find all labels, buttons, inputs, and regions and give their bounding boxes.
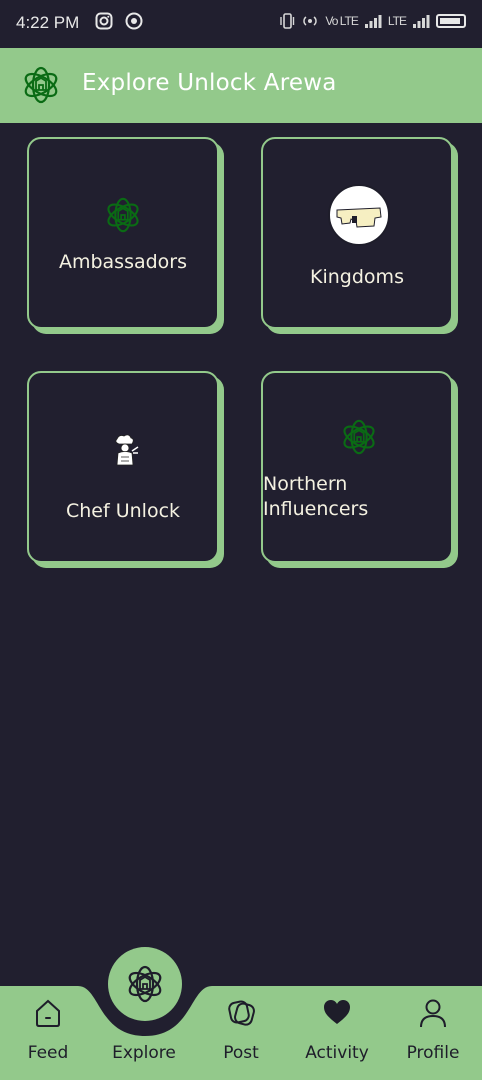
nav-post[interactable]: Post	[193, 986, 289, 1080]
nav-label: Profile	[406, 1043, 460, 1063]
card-chef-unlock[interactable]: Chef Unlock	[27, 371, 219, 563]
arewa-logo-icon	[128, 965, 162, 1003]
card-label: Ambassadors	[58, 251, 188, 273]
signal-icon	[413, 15, 430, 28]
nav-activity[interactable]: Activity	[289, 986, 385, 1080]
instagram-icon	[95, 12, 113, 30]
signal-icon	[364, 15, 382, 28]
signal-text-2: LTE	[387, 14, 407, 28]
status-time: 4:22 PM	[16, 13, 80, 32]
nav-label: Activity	[305, 1043, 369, 1063]
nav-label: Post	[223, 1043, 259, 1063]
card-northern-influencers[interactable]: Northern Influencers	[261, 371, 453, 563]
status-left-icons	[95, 12, 143, 30]
chrome-icon	[125, 12, 143, 30]
page-title: Explore Unlock Arewa	[82, 70, 337, 96]
card-kingdoms[interactable]: Kingdoms	[261, 137, 453, 329]
battery-icon	[436, 14, 466, 28]
chef-icon	[115, 434, 139, 466]
card-ambassadors[interactable]: Ambassadors	[27, 137, 219, 329]
app-bar: Explore Unlock Arewa	[0, 48, 482, 123]
arewa-logo-icon	[343, 419, 375, 455]
card-label-line: Influencers	[263, 498, 369, 520]
person-icon	[420, 999, 446, 1028]
heart-icon	[324, 1000, 350, 1024]
status-bar: 4:22 PM Vo LTE LTE	[0, 0, 482, 48]
palace-gate-icon	[328, 184, 390, 246]
post-icon	[228, 1000, 255, 1026]
card-label: Kingdoms	[310, 266, 404, 288]
card-label: Chef Unlock	[65, 500, 181, 522]
home-icon	[36, 999, 60, 1027]
card-label-line: Northern	[263, 473, 348, 495]
nav-profile[interactable]: Profile	[385, 986, 481, 1080]
signal-text-1: Vo LTE	[325, 14, 358, 28]
bottom-nav: Feed Explore Post Activity Profile	[0, 986, 482, 1080]
card-label: Northern Influencers	[263, 472, 451, 522]
explore-fab-button[interactable]	[108, 947, 182, 1021]
nav-feed[interactable]: Feed	[0, 986, 96, 1080]
nav-label: Feed	[27, 1043, 69, 1063]
status-right-icons: Vo LTE LTE	[279, 13, 466, 29]
arewa-logo-icon	[107, 197, 139, 233]
nav-label: Explore	[112, 1043, 176, 1063]
hotspot-icon	[303, 16, 318, 26]
arewa-logo-icon	[24, 66, 58, 104]
vibrate-icon	[280, 13, 295, 29]
